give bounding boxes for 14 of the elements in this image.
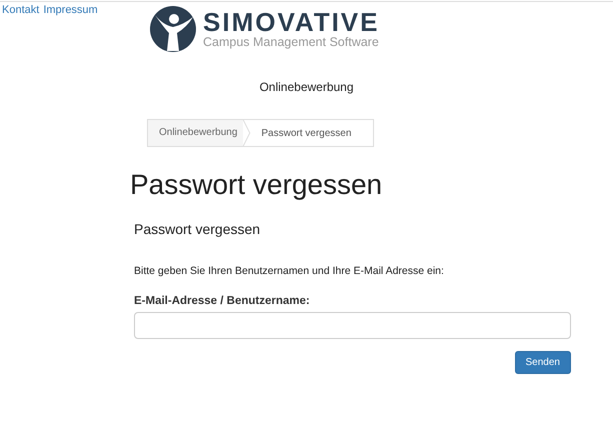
instructions: Bitte geben Sie Ihren Benutzernamen und Ihre E-Mail Adresse ein: (134, 265, 444, 277)
brand-tagline: Campus Management Software (203, 35, 380, 49)
page-heading: Passwort vergessen (130, 169, 382, 201)
section-heading: Passwort vergessen (134, 221, 260, 237)
nav-link[interactable]: Impressum (43, 4, 98, 16)
field-label: E-Mail-Adresse / Benutzername: (134, 295, 310, 307)
brand-name: SIMOVATIVE (203, 9, 380, 35)
nav-link[interactable]: Kontakt (2, 4, 40, 16)
input-field[interactable] (134, 312, 571, 339)
breadcrumb-item[interactable]: Onlinebewerbung (148, 120, 244, 146)
breadcrumb-item[interactable]: Passwort vergessen (251, 128, 358, 138)
send-button[interactable]: Senden (514, 351, 571, 374)
app-title: Onlinebewerbung (258, 80, 355, 94)
logo-icon (149, 5, 197, 53)
